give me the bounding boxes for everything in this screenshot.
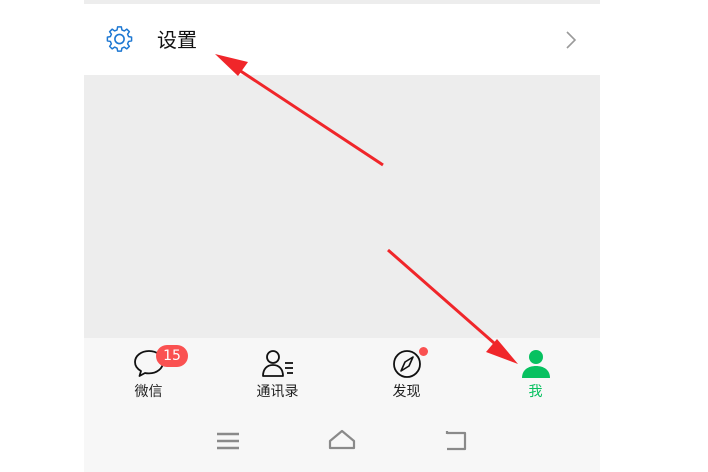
phone-screen: 设置 15 微信 通讯录 发现 我 <box>84 0 600 472</box>
tab-label-me: 我 <box>528 384 543 400</box>
unread-badge: 15 <box>156 345 188 367</box>
tab-contacts[interactable]: 通讯录 <box>213 338 342 410</box>
system-nav-bar <box>84 410 600 472</box>
back-icon[interactable] <box>441 426 471 456</box>
tab-label-contacts: 通讯录 <box>256 384 299 400</box>
settings-label: 设置 <box>157 28 197 52</box>
tab-me[interactable]: 我 <box>471 338 600 410</box>
contacts-icon <box>261 350 293 377</box>
new-activity-dot <box>419 347 428 356</box>
settings-row[interactable]: 设置 <box>84 4 600 75</box>
tab-label-chats: 微信 <box>134 384 163 400</box>
home-icon[interactable] <box>327 426 357 456</box>
bottom-tab-bar: 15 微信 通讯录 发现 我 <box>84 338 600 410</box>
tab-chats[interactable]: 15 微信 <box>84 338 213 410</box>
chevron-right-icon <box>566 31 577 49</box>
menu-icon[interactable] <box>213 426 243 456</box>
tab-discover[interactable]: 发现 <box>342 338 471 410</box>
tab-label-discover: 发现 <box>392 384 421 400</box>
gear-icon <box>106 26 133 52</box>
person-icon <box>521 350 550 378</box>
